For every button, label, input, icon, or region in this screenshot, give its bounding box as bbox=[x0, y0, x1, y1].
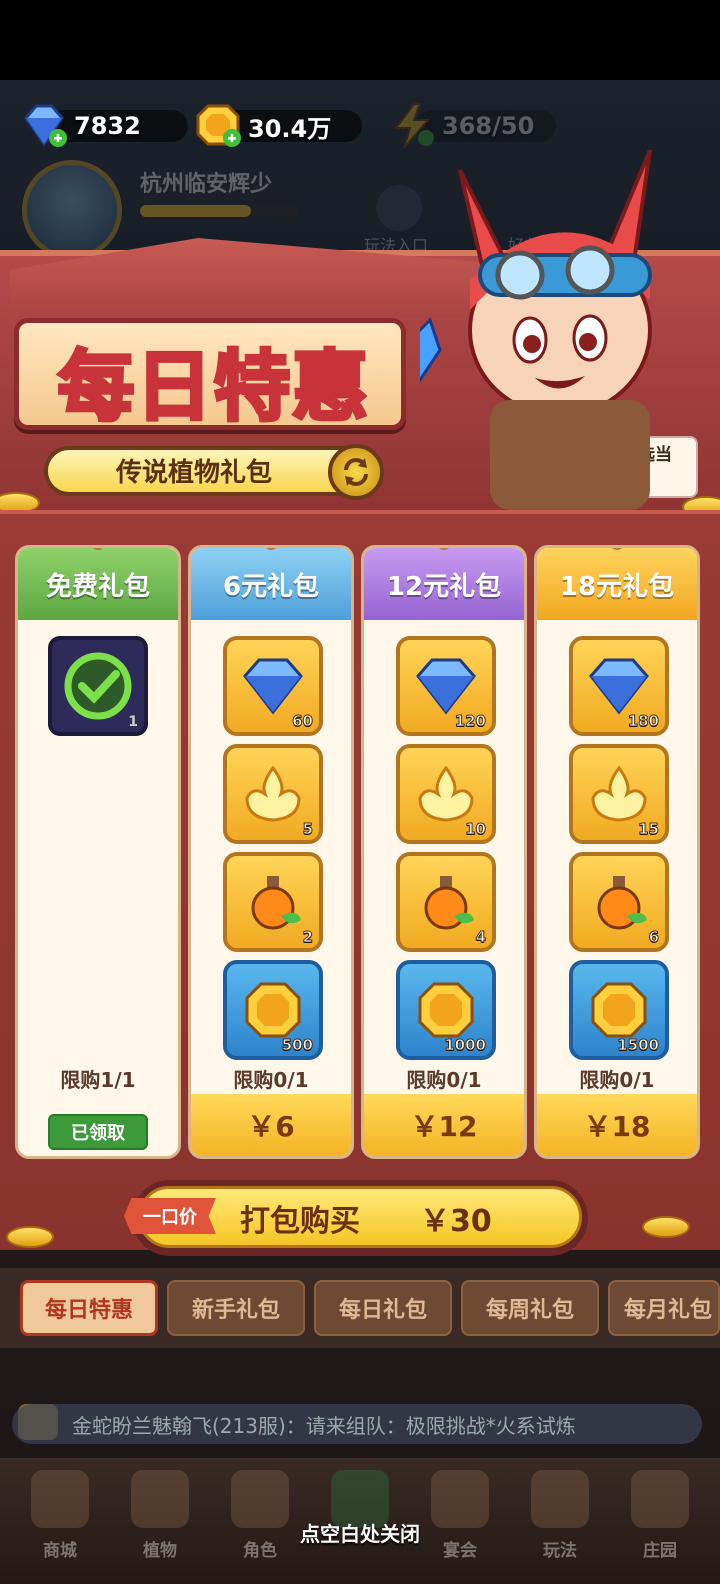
one-price-tag: 一口价 bbox=[124, 1198, 216, 1234]
tab-newbie-pack[interactable]: 新手礼包 bbox=[167, 1280, 305, 1336]
status-area bbox=[0, 0, 720, 80]
gem-icon bbox=[18, 100, 70, 152]
pack-card-12: 12元礼包 120 10 4 1000 限购0/1 ￥12 bbox=[361, 545, 527, 1159]
reward-gold[interactable]: 1500 bbox=[569, 960, 669, 1060]
buy-button-18[interactable]: ￥18 bbox=[537, 1094, 697, 1156]
coin-decoration bbox=[642, 1216, 690, 1238]
buy-button-12[interactable]: ￥12 bbox=[364, 1094, 524, 1156]
tab-daily-deal[interactable]: 每日特惠 bbox=[20, 1280, 158, 1336]
item-qty: 1500 bbox=[617, 1036, 660, 1055]
reward-gem[interactable]: 180 bbox=[569, 636, 669, 736]
item-qty: 180 bbox=[627, 712, 659, 731]
close-hint[interactable]: 点空白处关闭 bbox=[0, 1518, 720, 1547]
bundle-label[interactable]: 打包购买 bbox=[240, 1196, 360, 1240]
purchase-limit: 限购1/1 bbox=[60, 1068, 136, 1092]
pack-card-18: 18元礼包 180 15 6 1500 限购0/1 ￥18 bbox=[534, 545, 700, 1159]
item-qty: 6 bbox=[648, 928, 659, 947]
gold-coin-icon bbox=[192, 100, 244, 152]
page-title: 每日特惠 bbox=[56, 340, 370, 433]
claimed-button[interactable]: 已领取 bbox=[48, 1114, 148, 1150]
chat-ticker[interactable]: 金蛇盼兰魅翰飞(213服)：请来组队：极限挑战*火系试炼 bbox=[12, 1404, 702, 1444]
reward-potion[interactable]: 4 bbox=[396, 852, 496, 952]
reward-gold[interactable]: 500 bbox=[223, 960, 323, 1060]
pack-card-6: 6元礼包 60 5 2 500 限购0/1 ￥6 bbox=[188, 545, 354, 1159]
buy-button-6[interactable]: ￥6 bbox=[191, 1094, 351, 1156]
reward-flame[interactable]: 10 bbox=[396, 744, 496, 844]
purchase-limit: 限购0/1 bbox=[579, 1068, 655, 1092]
item-qty: 15 bbox=[638, 820, 660, 839]
tab-monthly-pack[interactable]: 每月礼包 bbox=[608, 1280, 720, 1336]
tab-daily-pack[interactable]: 每日礼包 bbox=[314, 1280, 452, 1336]
bundle-price[interactable]: ￥30 bbox=[420, 1196, 492, 1240]
item-qty: 4 bbox=[475, 928, 486, 947]
tab-weekly-pack[interactable]: 每周礼包 bbox=[461, 1280, 599, 1336]
pack-title: 18元礼包 bbox=[537, 548, 697, 620]
theme-label[interactable]: 传说植物礼包 bbox=[64, 452, 324, 489]
reward-gold[interactable]: 1000 bbox=[396, 960, 496, 1060]
gold-count: 30.4万 bbox=[248, 114, 332, 143]
reward-potion[interactable]: 2 bbox=[223, 852, 323, 952]
pack-title: 6元礼包 bbox=[191, 548, 351, 620]
item-qty: 10 bbox=[465, 820, 487, 839]
item-qty: 2 bbox=[302, 928, 313, 947]
mascot-character bbox=[398, 149, 720, 510]
pack-card-free: 免费礼包 1 限购1/1 已领取 bbox=[15, 545, 181, 1159]
reward-flame[interactable]: 15 bbox=[569, 744, 669, 844]
reward-potion[interactable]: 6 bbox=[569, 852, 669, 952]
pack-title: 12元礼包 bbox=[364, 548, 524, 620]
pack-title: 免费礼包 bbox=[18, 548, 178, 620]
coin-decoration bbox=[6, 1226, 54, 1248]
item-qty: 500 bbox=[281, 1036, 313, 1055]
purchase-limit: 限购0/1 bbox=[406, 1068, 482, 1092]
purchase-limit: 限购0/1 bbox=[233, 1068, 309, 1092]
item-qty: 5 bbox=[302, 820, 313, 839]
reward-gem[interactable]: 120 bbox=[396, 636, 496, 736]
item-qty: 1000 bbox=[444, 1036, 487, 1055]
refresh-icon[interactable] bbox=[328, 444, 384, 500]
item-qty: 120 bbox=[454, 712, 486, 731]
reward-flame[interactable]: 5 bbox=[223, 744, 323, 844]
free-reward-item[interactable]: 1 bbox=[48, 636, 148, 736]
item-qty: 1 bbox=[128, 714, 138, 730]
item-qty: 60 bbox=[292, 712, 314, 731]
reward-gem[interactable]: 60 bbox=[223, 636, 323, 736]
gems-count: 7832 bbox=[74, 112, 141, 140]
